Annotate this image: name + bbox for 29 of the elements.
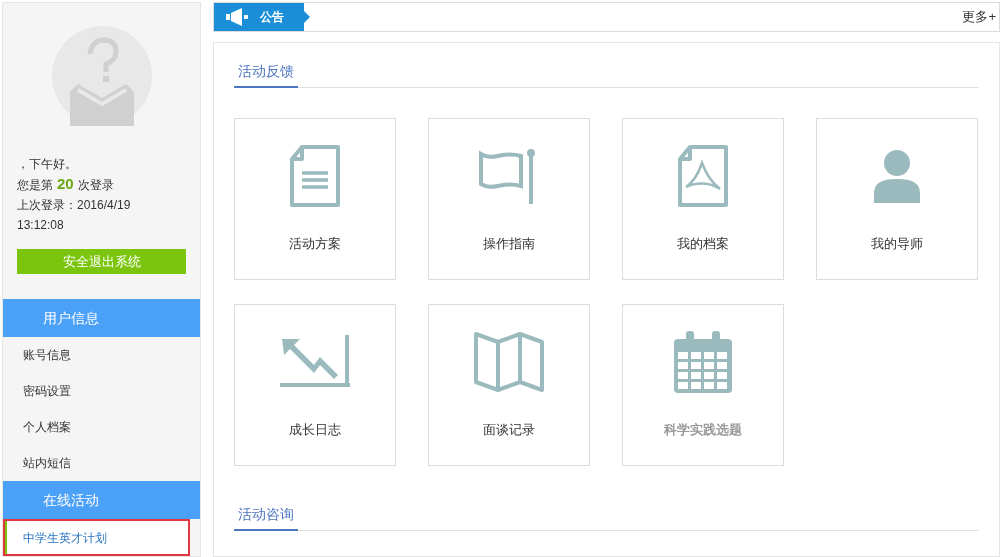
calendar-icon bbox=[674, 331, 732, 393]
menu-item[interactable]: 中学生英才计划 bbox=[3, 519, 190, 556]
feature-tile[interactable]: 操作指南 bbox=[428, 118, 590, 280]
map-icon bbox=[474, 332, 544, 392]
feature-tile[interactable]: 成长日志 bbox=[234, 304, 396, 466]
feature-tile[interactable]: 活动方案 bbox=[234, 118, 396, 280]
login-count-label: 次登录 bbox=[77, 177, 114, 194]
feature-tile[interactable]: 我的导师 bbox=[816, 118, 978, 280]
avatar-icon bbox=[51, 26, 152, 126]
chart-icon bbox=[280, 335, 350, 389]
feature-tile[interactable]: 面谈记录 bbox=[428, 304, 590, 466]
last-login-text: 上次登录：2016/4/19 13:12:08 bbox=[17, 197, 132, 234]
more-link[interactable]: 更多+ bbox=[962, 7, 999, 27]
document-icon bbox=[288, 145, 342, 207]
tab-pointer-icon bbox=[304, 11, 310, 23]
person-icon bbox=[872, 149, 922, 203]
menu-item[interactable]: 账号信息 bbox=[3, 337, 200, 373]
login-count: 20 bbox=[57, 174, 74, 194]
megaphone-icon bbox=[226, 8, 248, 26]
menu-item[interactable]: 个人档案 bbox=[3, 409, 200, 445]
feature-tile[interactable]: 我的档案 bbox=[622, 118, 784, 280]
login-count-label: 您是第 bbox=[17, 177, 53, 194]
menu-item[interactable]: 站内短信 bbox=[3, 445, 200, 481]
section-title: 活动咨询 bbox=[234, 504, 298, 531]
notice-tab[interactable]: 公告 bbox=[214, 3, 304, 31]
section-title: 活动反馈 bbox=[234, 61, 298, 88]
menu-item[interactable]: 密码设置 bbox=[3, 373, 200, 409]
greeting-text: ，下午好。 bbox=[17, 156, 78, 173]
pdf-file-icon bbox=[676, 145, 730, 207]
